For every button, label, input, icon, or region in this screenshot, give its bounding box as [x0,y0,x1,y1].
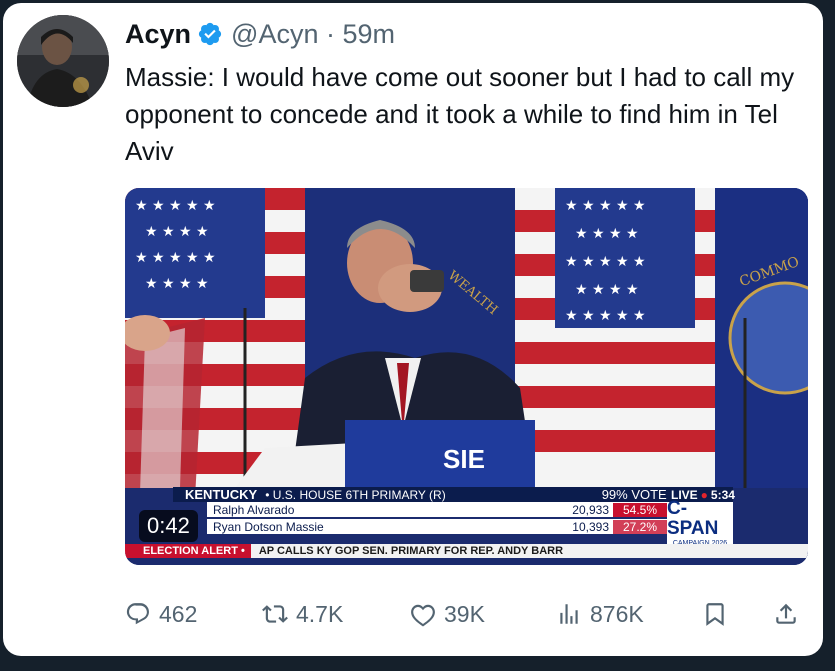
svg-text:★ ★ ★ ★: ★ ★ ★ ★ [145,224,209,240]
repost-icon [262,605,288,623]
svg-text:★ ★ ★ ★ ★: ★ ★ ★ ★ ★ [565,254,646,270]
svg-text:★ ★ ★ ★ ★: ★ ★ ★ ★ ★ [565,308,646,324]
video-player[interactable]: ★ ★ ★ ★ ★ ★ ★ ★ ★ ★ ★ ★ ★ ★ ★ ★ ★ ★ ★ ★ … [125,188,808,565]
handle-time[interactable]: @Acyn · 59m [231,19,395,50]
svg-text:★ ★ ★ ★: ★ ★ ★ ★ [575,282,639,298]
share-button[interactable] [773,596,799,632]
network-label: C-SPAN [667,497,719,539]
svg-text:★ ★ ★ ★: ★ ★ ★ ★ [145,276,209,292]
tweet-actions: 462 4.7K 39K 876K [125,596,815,632]
svg-text:★ ★ ★ ★: ★ ★ ★ ★ [575,226,639,242]
video-duration: 0:42 [139,510,198,542]
reply-icon [126,603,149,625]
like-button[interactable]: 39K [410,596,485,632]
reply-count: 462 [159,600,198,627]
ticker-top-bar: KENTUCKY • U.S. HOUSE 6TH PRIMARY (R) 99… [173,487,700,502]
candidate-row: Ralph Alvarado 20,933 54.5% [207,502,667,517]
alert-label: ELECTION ALERT • [125,544,251,558]
candidate-votes: 10,393 [572,519,609,534]
svg-text:★ ★ ★ ★ ★: ★ ★ ★ ★ ★ [565,198,646,214]
candidate-votes: 20,933 [572,502,609,517]
views-count: 876K [590,600,644,627]
analytics-icon [560,604,578,624]
candidate-row: Ryan Dotson Massie 10,393 27.2% [207,519,667,534]
bookmark-icon [706,603,724,626]
election-alert-bar: ELECTION ALERT • AP CALLS KY GOP SEN. PR… [125,544,808,558]
ticker-state: KENTUCKY [185,487,258,502]
share-icon [776,603,796,624]
candidate-pct: 54.5% [613,502,667,517]
bookmark-button[interactable] [702,596,728,632]
reply-button[interactable]: 462 [125,596,197,632]
candidate-name: Ralph Alvarado [213,502,295,517]
tweet-text: Massie: I would have come out sooner but… [125,62,795,166]
candidate-name: Ryan Dotson Massie [213,519,324,534]
alert-message: AP CALLS KY GOP SEN. PRIMARY FOR REP. AN… [258,545,564,557]
podium-text: SIE [443,444,485,474]
heart-icon [411,604,435,627]
like-count: 39K [444,600,485,627]
repost-count: 4.7K [296,600,344,627]
cspan-logo: C-SPAN CAMPAIGN 2026 [667,497,733,547]
svg-text:★ ★ ★ ★ ★: ★ ★ ★ ★ ★ [135,250,216,266]
tweet-card[interactable]: Acyn @Acyn · 59m Massie: I would have co… [3,3,823,656]
candidate-pct: 27.2% [613,519,667,534]
repost-button[interactable]: 4.7K [262,596,343,632]
author-name[interactable]: Acyn [125,19,191,50]
tweet-header: Acyn @Acyn · 59m [125,17,395,51]
views-button[interactable]: 876K [556,596,644,632]
svg-text:★ ★ ★ ★ ★: ★ ★ ★ ★ ★ [135,198,216,214]
avatar[interactable] [17,15,109,107]
verified-badge-icon [198,22,222,46]
ticker-race: • U.S. HOUSE 6TH PRIMARY (R) [265,487,446,502]
